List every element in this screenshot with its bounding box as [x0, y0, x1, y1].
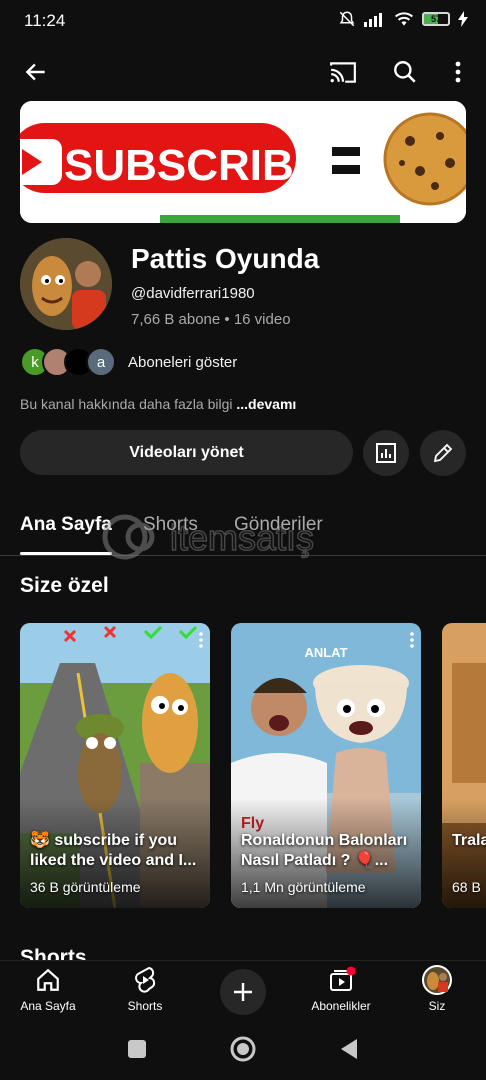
status-time: 11:24 — [24, 11, 66, 30]
nav-shorts-label: Shorts — [127, 999, 163, 1013]
subscriber-avatar: a — [86, 347, 116, 377]
nav-home[interactable]: Ana Sayfa — [3, 965, 93, 1013]
more-button[interactable] — [442, 56, 474, 88]
card-caption: Ronaldonun Balonları Nasıl Patladı ? 🎈..… — [241, 832, 408, 869]
nav-home-label: Ana Sayfa — [20, 999, 76, 1013]
subscribers-row[interactable]: k a Aboneleri göster — [20, 346, 237, 378]
tab-indicator — [20, 552, 112, 555]
nav-you-label: Siz — [428, 999, 446, 1013]
shorts-icon — [135, 966, 156, 993]
battery-icon: 57 — [422, 12, 450, 26]
top-bar — [0, 50, 486, 94]
back-triangle-icon[interactable] — [339, 1037, 359, 1061]
channel-avatar[interactable] — [20, 238, 112, 330]
wifi-icon — [395, 12, 413, 26]
analytics-button[interactable] — [363, 430, 409, 476]
search-button[interactable] — [389, 56, 421, 88]
more-vert-icon — [455, 61, 461, 83]
signal-icon — [364, 13, 382, 27]
charging-icon — [458, 11, 468, 27]
banner-art: SUBSCRIBE — [20, 101, 466, 223]
subscriptions-icon — [330, 966, 355, 991]
channel-banner: SUBSCRIBE — [20, 101, 466, 223]
system-nav-bar — [0, 1022, 486, 1080]
pencil-icon — [433, 443, 453, 463]
card-caption: Trala Drea... — [452, 832, 486, 849]
card-more-icon[interactable] — [198, 631, 204, 649]
video-card[interactable]: Fly ANLAT Ronaldonun Balonları Nasıl Pat… — [231, 623, 421, 908]
cast-button[interactable] — [327, 56, 359, 88]
status-bar: 11:24 57 — [0, 0, 486, 40]
recents-icon[interactable] — [127, 1039, 147, 1059]
nav-you[interactable]: Siz — [392, 965, 482, 1013]
about-more-link[interactable]: ...devamı — [236, 396, 296, 412]
manage-videos-button[interactable]: Videoları yönet — [20, 430, 353, 475]
show-subscribers-label: Aboneleri göster — [128, 353, 238, 371]
plus-icon — [234, 983, 252, 1001]
card-caption: 🐯 subscribe if you liked the video and I… — [30, 832, 197, 869]
watermark-logo: itemsatış — [102, 514, 315, 560]
channel-about[interactable]: Bu kanal hakkında daha fazla bilgi ...de… — [20, 396, 296, 412]
nav-subscriptions[interactable]: Abonelikler — [296, 965, 386, 1013]
nav-shorts[interactable]: Shorts — [100, 965, 190, 1013]
card-views: 1,1 Mn görüntüleme — [241, 879, 366, 895]
nav-subscriptions-label: Abonelikler — [311, 999, 371, 1013]
card-views: 36 B görüntüleme — [30, 879, 141, 895]
analytics-icon — [376, 443, 396, 463]
create-button[interactable] — [220, 969, 266, 1015]
about-text: Bu kanal hakkında daha fazla bilgi — [20, 396, 233, 412]
card-overlay-text: ANLAT — [304, 645, 348, 660]
channel-stats: 7,66 B abone • 16 video — [131, 311, 291, 328]
banner-subscribe-text: SUBSCRIBE — [64, 141, 323, 190]
bottom-nav: Ana Sayfa Shorts Abonelikler Siz — [0, 960, 486, 1022]
home-circle-icon[interactable] — [229, 1035, 257, 1063]
avatar — [422, 965, 452, 995]
home-icon — [37, 968, 59, 991]
video-card[interactable]: Trala Drea... 68 B — [442, 623, 486, 908]
search-icon — [394, 61, 416, 83]
tab-home[interactable]: Ana Sayfa — [20, 514, 112, 536]
card-views: 68 B — [452, 879, 481, 895]
channel-name: Pattis Oyunda — [131, 243, 320, 274]
status-icons: 57 — [338, 10, 468, 28]
mute-icon — [339, 11, 355, 27]
cast-icon — [330, 62, 356, 83]
video-card[interactable]: 🐯 subscribe if you liked the video and I… — [20, 623, 210, 908]
edit-button[interactable] — [420, 430, 466, 476]
arrow-left-icon — [25, 63, 45, 81]
watermark-text: itemsatış — [170, 517, 314, 558]
back-button[interactable] — [20, 56, 52, 88]
section-title: Size özel — [20, 574, 109, 597]
channel-handle: @davidferrari1980 — [131, 285, 255, 302]
card-more-icon[interactable] — [409, 631, 415, 649]
